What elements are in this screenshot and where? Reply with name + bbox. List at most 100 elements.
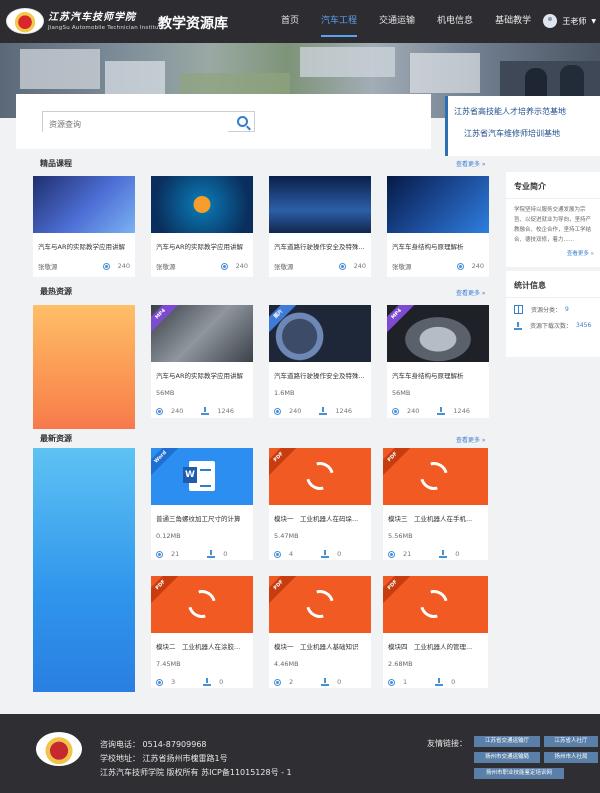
eye-icon <box>456 262 464 270</box>
section-title-newest: 最新资源 <box>40 434 72 443</box>
course-thumbnail <box>269 176 371 233</box>
course-card[interactable]: 汽车与AR的实际教学应用讲解 张敬源 240 <box>151 176 253 277</box>
resource-card[interactable]: PDF 模块二 工业机器人在涂胶... 7.45MB 3 0 <box>151 576 253 688</box>
resource-title: 汽车与AR的实际教学应用讲解 <box>156 372 243 380</box>
search-input[interactable] <box>43 115 228 134</box>
logo-name-cn[interactable]: 江苏汽车技师学院 <box>48 8 136 23</box>
resource-views: 3 <box>171 678 176 686</box>
link-transport-dept[interactable]: 江苏省交通运输厅 <box>474 736 540 747</box>
eye-icon <box>274 550 281 558</box>
mp4-badge: MP4 <box>387 305 416 333</box>
resource-thumbnail: PDF <box>151 576 253 633</box>
resource-downloads: 0 <box>451 678 456 686</box>
course-views: 240 <box>117 262 130 270</box>
course-thumbnail <box>387 176 489 233</box>
resource-title: 模块一 工业机器人在码垛... <box>274 515 359 523</box>
section-title-hottest: 最热资源 <box>40 287 72 296</box>
course-title: 汽车与AR的实际教学应用讲解 <box>156 243 243 251</box>
course-author: 张敬源 <box>392 263 412 271</box>
resource-views: 240 <box>171 407 184 415</box>
resource-size: 4.46MB <box>274 660 299 668</box>
resource-size: 5.56MB <box>388 532 413 540</box>
slogan-line-2: 江苏省汽车维修师培训基地 <box>464 129 560 138</box>
grid-icon <box>514 305 523 314</box>
link-skill-training[interactable]: 扬州市职业技能鉴定培训网 <box>474 768 564 779</box>
newest-feature-graphic <box>33 448 135 692</box>
banner-building <box>105 61 165 96</box>
resource-downloads: 1246 <box>335 407 352 415</box>
eye-icon <box>156 407 163 415</box>
intro-more-link[interactable]: 查看更多 » <box>506 245 600 257</box>
resource-card[interactable]: MP4 汽车车身结构与原理解析 56MB 240 1246 <box>387 305 489 418</box>
school-emblem-icon[interactable] <box>6 8 44 34</box>
nav-home[interactable]: 首页 <box>270 0 310 43</box>
download-icon <box>207 550 216 558</box>
nav-automotive[interactable]: 汽车工程 <box>310 0 368 43</box>
resource-card[interactable]: PDF 模块一 工业机器人基础知识 4.46MB 2 0 <box>269 576 371 688</box>
pdf-badge: PDF <box>151 576 180 604</box>
user-name: 王老师 <box>562 16 587 26</box>
resource-title: 模块一 工业机器人基础知识 <box>274 643 359 651</box>
resource-card[interactable]: PDF 模块三 工业机器人在手机... 5.56MB 21 0 <box>383 448 488 560</box>
user-menu[interactable]: 王老师 ▼ <box>543 14 596 28</box>
link-yangzhou-hr[interactable]: 扬州市人社局 <box>544 752 598 763</box>
boutique-more-link[interactable]: 查看更多 » <box>456 159 486 168</box>
slogan-banner: 江苏省高技能人才培养示范基地 江苏省汽车维修师培训基地 <box>445 96 600 156</box>
word-badge: Word <box>151 448 180 476</box>
footer-phone: 咨询电话： 0514-87909968 <box>100 740 207 749</box>
banner-person <box>525 68 547 98</box>
download-icon <box>201 407 210 415</box>
banner-building <box>410 53 480 93</box>
newest-more-link[interactable]: 查看更多 » <box>456 435 486 444</box>
course-thumbnail <box>33 176 135 233</box>
banner-building <box>300 47 395 77</box>
category-count: 9 <box>565 306 569 313</box>
course-title: 汽车与AR的实际教学应用讲解 <box>38 243 125 251</box>
course-views: 240 <box>235 262 248 270</box>
course-card[interactable]: 汽车与AR的实际教学应用讲解 张敬源 240 <box>33 176 135 277</box>
footer-info: 咨询电话： 0514-87909968 学校地址： 江苏省扬州市槐雷路1号 江苏… <box>100 738 292 780</box>
eye-icon <box>156 678 163 686</box>
link-hr-dept[interactable]: 江苏省人社厅 <box>544 736 598 747</box>
resource-card[interactable]: MP4 汽车与AR的实际教学应用讲解 56MB 240 1246 <box>151 305 253 418</box>
course-author: 张敬源 <box>156 263 176 271</box>
nav-foundation[interactable]: 基础教学 <box>484 0 542 43</box>
course-views: 240 <box>353 262 366 270</box>
logo-name-en: JiangSu Automobile Technician Institute <box>48 25 165 31</box>
course-card[interactable]: 汽车车身结构与原理解析 张敬源 240 <box>387 176 489 277</box>
download-icon <box>514 321 522 330</box>
pdf-badge: PDF <box>269 576 298 604</box>
course-card[interactable]: 汽车道路行驶操作安全及特殊... 张敬源 240 <box>269 176 371 277</box>
resource-thumbnail: MP4 <box>387 305 489 362</box>
course-title: 汽车道路行驶操作安全及特殊... <box>274 243 365 251</box>
search-box <box>42 111 255 134</box>
banner-building <box>20 49 100 89</box>
resource-card[interactable]: PDF 模块四 工业机器人的管理... 2.68MB 1 0 <box>383 576 488 688</box>
resource-card[interactable]: PDF 模块一 工业机器人在码垛... 5.47MB 4 0 <box>269 448 371 560</box>
eye-icon <box>392 407 399 415</box>
search-icon[interactable] <box>237 116 248 127</box>
resource-title: 模块二 工业机器人在涂胶... <box>156 643 241 651</box>
resource-views: 240 <box>407 407 420 415</box>
download-icon <box>321 550 330 558</box>
resource-title: 模块三 工业机器人在手机... <box>388 515 473 523</box>
resource-card[interactable]: 图片 汽车道路行驶操作安全及特殊... 1.6MB 240 1246 <box>269 305 371 418</box>
eye-icon <box>388 550 395 558</box>
download-icon <box>319 407 328 415</box>
nav-electromechanical[interactable]: 机电信息 <box>426 0 484 43</box>
hottest-more-link[interactable]: 查看更多 » <box>456 288 486 297</box>
resource-size: 2.68MB <box>388 660 413 668</box>
friend-links-label: 友情链接： <box>427 739 467 748</box>
resource-card[interactable]: Word 普通三角螺纹加工尺寸的计算 0.12MB 21 0 <box>151 448 253 560</box>
pdf-file-icon <box>414 584 454 624</box>
download-icon <box>437 407 446 415</box>
nav-transport[interactable]: 交通运输 <box>368 0 426 43</box>
footer-emblem-icon <box>36 732 82 766</box>
stats-title: 统计信息 <box>506 271 600 298</box>
resource-views: 240 <box>289 407 302 415</box>
course-author: 张敬源 <box>38 263 58 271</box>
link-yangzhou-transport[interactable]: 扬州市交通运输局 <box>474 752 540 763</box>
download-icon <box>439 550 448 558</box>
download-icon <box>203 678 212 686</box>
pdf-file-icon <box>182 584 222 624</box>
